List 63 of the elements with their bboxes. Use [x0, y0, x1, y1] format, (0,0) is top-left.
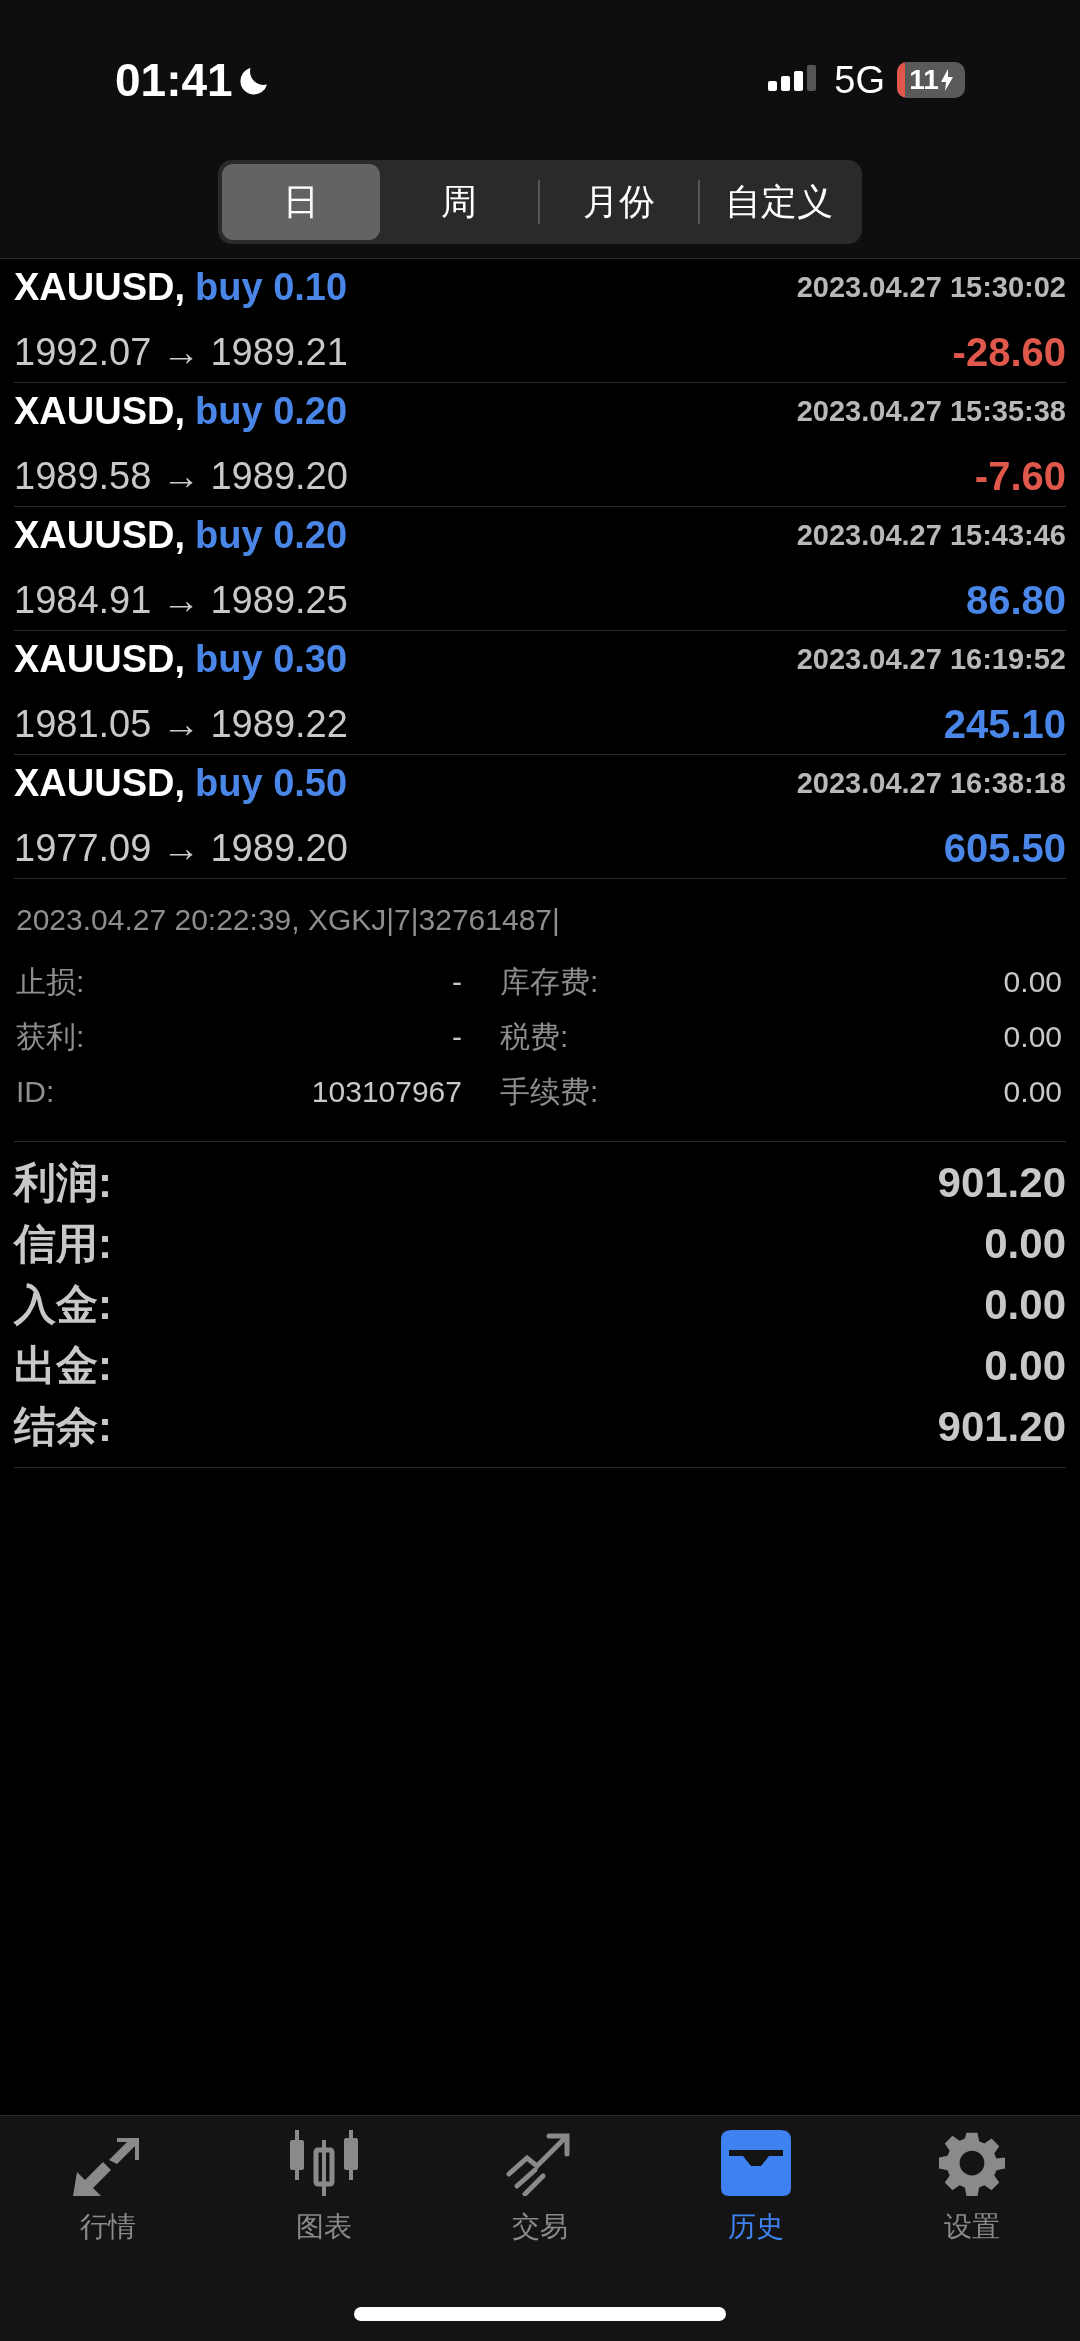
summary-value: 0.00	[984, 1341, 1066, 1391]
summary-value: 901.20	[937, 1158, 1066, 1208]
trade-time: 2023.04.27 15:30:02	[796, 269, 1066, 305]
battery-indicator: 11	[897, 62, 965, 98]
detail-label: 止损:	[16, 964, 85, 1000]
price-change: 1992.07 → 1989.21	[14, 329, 348, 375]
summary-value: 0.00	[984, 1280, 1066, 1330]
profit-value: 605.50	[943, 825, 1066, 872]
network-label: 5G	[834, 57, 885, 103]
bottom-nav-tab[interactable]: 图表	[216, 2126, 432, 2248]
period-tab[interactable]: 自定义	[700, 164, 858, 240]
trade-side: buy 0.50	[195, 761, 348, 806]
trade-side: buy 0.20	[195, 389, 348, 434]
inbox-tray-icon	[721, 2130, 791, 2196]
settings-icon	[939, 2130, 1005, 2196]
symbol-label: XAUUSD,	[14, 513, 186, 558]
summary-label: 利润:	[14, 1158, 112, 1208]
detail-value: -	[452, 1019, 462, 1055]
summary-label: 信用:	[14, 1219, 112, 1269]
detail-label: ID:	[16, 1074, 55, 1110]
trade-side: buy 0.10	[195, 265, 348, 310]
price-change: 1984.91 → 1989.25	[14, 577, 348, 623]
bottom-nav-tab[interactable]: 历史	[648, 2126, 864, 2248]
symbol-label: XAUUSD,	[14, 265, 186, 310]
detail-label: 税费:	[500, 1019, 569, 1055]
detail-value: 103107967	[311, 1074, 462, 1110]
price-change: 1977.09 → 1989.20	[14, 825, 348, 871]
summary-label: 结余:	[14, 1402, 112, 1452]
order-details-header: 2023.04.27 20:22:39, XGKJ|7|32761487|	[16, 902, 561, 938]
summary-label: 入金:	[14, 1280, 112, 1330]
profit-value: 245.10	[943, 701, 1066, 748]
summary-value: 0.00	[984, 1219, 1066, 1269]
period-tab[interactable]: 周	[380, 164, 538, 240]
profit-value: -7.60	[974, 453, 1066, 500]
trade-time: 2023.04.27 15:43:46	[796, 517, 1066, 553]
bottom-nav-tab[interactable]: 行情	[0, 2126, 216, 2248]
profit-value: -28.60	[952, 329, 1066, 376]
trade-time: 2023.04.27 16:19:52	[796, 641, 1066, 677]
trade-time: 2023.04.27 16:38:18	[796, 765, 1066, 801]
detail-value: 0.00	[1003, 1019, 1062, 1055]
detail-label: 库存费:	[500, 964, 599, 1000]
period-tab[interactable]: 日	[222, 164, 380, 240]
profit-value: 86.80	[965, 577, 1066, 624]
detail-value: 0.00	[1003, 964, 1062, 1000]
trade-time: 2023.04.27 15:35:38	[796, 393, 1066, 429]
bottom-nav-tab[interactable]: 设置	[864, 2126, 1080, 2248]
summary-value: 901.20	[937, 1402, 1066, 1452]
price-change: 1981.05 → 1989.22	[14, 701, 348, 747]
detail-label: 手续费:	[500, 1074, 599, 1110]
detail-label: 获利:	[16, 1019, 85, 1055]
clock-time: 01:41	[115, 52, 233, 108]
summary-label: 出金:	[14, 1341, 112, 1391]
trade-side: buy 0.20	[195, 513, 348, 558]
symbol-label: XAUUSD,	[14, 389, 186, 434]
detail-value: 0.00	[1003, 1074, 1062, 1110]
candlestick-icon	[289, 2130, 359, 2196]
trade-side: buy 0.30	[195, 637, 348, 682]
price-change: 1989.58 → 1989.20	[14, 453, 348, 499]
symbol-label: XAUUSD,	[14, 761, 186, 806]
period-tab[interactable]: 月份	[540, 164, 698, 240]
bottom-nav-tab[interactable]: 交易	[432, 2126, 648, 2248]
symbol-label: XAUUSD,	[14, 637, 186, 682]
detail-value: -	[452, 964, 462, 1000]
